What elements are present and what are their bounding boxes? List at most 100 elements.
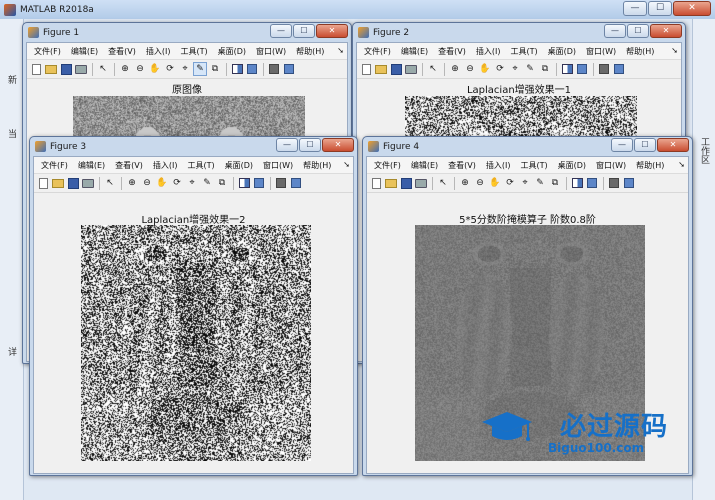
menu-item-1[interactable]: 编辑(E) [73, 160, 110, 171]
menu-item-2[interactable]: 查看(V) [433, 46, 471, 57]
menu-item-7[interactable]: 帮助(H) [298, 160, 336, 171]
menu-item-1[interactable]: 编辑(E) [406, 160, 443, 171]
colorbar-icon[interactable] [231, 63, 243, 75]
pointer-icon[interactable]: ↖ [97, 63, 109, 75]
pointer-icon[interactable]: ↖ [427, 63, 439, 75]
hide-tools-icon[interactable] [268, 63, 280, 75]
menu-item-4[interactable]: 工具(T) [175, 46, 212, 57]
menu-item-4[interactable]: 工具(T) [505, 46, 542, 57]
main-maximize-button[interactable]: ☐ [648, 1, 672, 16]
link-icon[interactable]: ⧉ [216, 177, 228, 189]
menu-item-4[interactable]: 工具(T) [515, 160, 552, 171]
pointer-icon[interactable]: ↖ [104, 177, 116, 189]
hide-tools-icon[interactable] [598, 63, 610, 75]
menubar-overflow-icon[interactable]: ➘ [343, 160, 350, 169]
menu-item-6[interactable]: 窗口(W) [251, 46, 291, 57]
link-icon[interactable]: ⧉ [539, 63, 551, 75]
zoom-in-icon[interactable]: ⊕ [449, 63, 461, 75]
menubar-overflow-icon[interactable]: ➘ [671, 46, 678, 55]
figure-maximize-button[interactable]: ☐ [627, 24, 649, 38]
figure-minimize-button[interactable]: — [270, 24, 292, 38]
link-icon[interactable]: ⧉ [549, 177, 561, 189]
menu-item-0[interactable]: 文件(F) [29, 46, 66, 57]
menu-item-1[interactable]: 编辑(E) [396, 46, 433, 57]
main-minimize-button[interactable]: — [623, 1, 647, 16]
legend-icon[interactable] [586, 177, 598, 189]
save-icon[interactable] [67, 177, 79, 189]
menubar-overflow-icon[interactable]: ➘ [337, 46, 344, 55]
rotate-icon[interactable]: ⟳ [171, 177, 183, 189]
figure-close-button[interactable]: ✕ [316, 24, 348, 38]
menu-item-0[interactable]: 文件(F) [369, 160, 406, 171]
zoom-in-icon[interactable]: ⊕ [119, 63, 131, 75]
pan-icon[interactable]: ✋ [479, 63, 491, 75]
figure-title-bar[interactable]: Figure 3 — ☐ ✕ [33, 137, 354, 156]
zoom-out-icon[interactable]: ⊖ [134, 63, 146, 75]
data-cursor-icon[interactable]: ⌖ [509, 63, 521, 75]
figure-title-bar[interactable]: Figure 1 — ☐ ✕ [26, 23, 348, 42]
menu-item-7[interactable]: 帮助(H) [291, 46, 329, 57]
rotate-icon[interactable]: ⟳ [494, 63, 506, 75]
colorbar-icon[interactable] [238, 177, 250, 189]
open-folder-icon[interactable] [375, 63, 387, 75]
link-icon[interactable]: ⧉ [209, 63, 221, 75]
open-folder-icon[interactable] [52, 177, 64, 189]
new-file-icon[interactable] [30, 63, 42, 75]
new-file-icon[interactable] [370, 177, 382, 189]
zoom-out-icon[interactable]: ⊖ [464, 63, 476, 75]
menu-item-3[interactable]: 插入(I) [481, 160, 516, 171]
zoom-in-icon[interactable]: ⊕ [126, 177, 138, 189]
figure-close-button[interactable]: ✕ [650, 24, 682, 38]
figure-close-button[interactable]: ✕ [322, 138, 354, 152]
hide-tools-icon[interactable] [275, 177, 287, 189]
menu-item-0[interactable]: 文件(F) [36, 160, 73, 171]
menu-item-1[interactable]: 编辑(E) [66, 46, 103, 57]
figure-close-button[interactable]: ✕ [657, 138, 689, 152]
rotate-icon[interactable]: ⟳ [504, 177, 516, 189]
legend-icon[interactable] [253, 177, 265, 189]
print-icon[interactable] [415, 177, 427, 189]
figure-window-3[interactable]: Figure 3 — ☐ ✕ 文件(F) 编辑(E) 查看(V) 插入(I) 工具(T) 桌面(D… [29, 136, 358, 476]
colorbar-icon[interactable] [571, 177, 583, 189]
open-folder-icon[interactable] [385, 177, 397, 189]
figure-maximize-button[interactable]: ☐ [634, 138, 656, 152]
menu-item-2[interactable]: 查看(V) [110, 160, 148, 171]
hide-tools-icon[interactable] [608, 177, 620, 189]
new-file-icon[interactable] [360, 63, 372, 75]
print-icon[interactable] [75, 63, 87, 75]
figure-minimize-button[interactable]: — [276, 138, 298, 152]
figure-maximize-button[interactable]: ☐ [299, 138, 321, 152]
zoom-out-icon[interactable]: ⊖ [474, 177, 486, 189]
pointer-icon[interactable]: ↖ [437, 177, 449, 189]
menu-item-6[interactable]: 窗口(W) [581, 46, 621, 57]
menu-item-0[interactable]: 文件(F) [359, 46, 396, 57]
legend-icon[interactable] [246, 63, 258, 75]
new-file-icon[interactable] [37, 177, 49, 189]
rotate-icon[interactable]: ⟳ [164, 63, 176, 75]
dock-icon[interactable] [623, 177, 635, 189]
main-title-bar[interactable]: MATLAB R2018a [0, 0, 715, 19]
save-icon[interactable] [390, 63, 402, 75]
menu-item-5[interactable]: 桌面(D) [543, 46, 581, 57]
figure-title-bar[interactable]: Figure 4 — ☐ ✕ [366, 137, 689, 156]
pan-icon[interactable]: ✋ [149, 63, 161, 75]
menu-item-2[interactable]: 查看(V) [103, 46, 141, 57]
open-folder-icon[interactable] [45, 63, 57, 75]
menu-item-3[interactable]: 插入(I) [471, 46, 506, 57]
colorbar-icon[interactable] [561, 63, 573, 75]
menu-item-5[interactable]: 桌面(D) [213, 46, 251, 57]
zoom-out-icon[interactable]: ⊖ [141, 177, 153, 189]
figure-minimize-button[interactable]: — [611, 138, 633, 152]
workspace-side-tab[interactable]: 工作区 [692, 19, 715, 500]
dock-icon[interactable] [613, 63, 625, 75]
save-icon[interactable] [60, 63, 72, 75]
brush-icon[interactable]: ✎ [193, 62, 207, 76]
menu-item-4[interactable]: 工具(T) [182, 160, 219, 171]
data-cursor-icon[interactable]: ⌖ [186, 177, 198, 189]
brush-icon[interactable]: ✎ [534, 177, 546, 189]
save-icon[interactable] [400, 177, 412, 189]
menu-item-3[interactable]: 插入(I) [141, 46, 176, 57]
data-cursor-icon[interactable]: ⌖ [179, 63, 191, 75]
menu-item-7[interactable]: 帮助(H) [631, 160, 669, 171]
print-icon[interactable] [405, 63, 417, 75]
